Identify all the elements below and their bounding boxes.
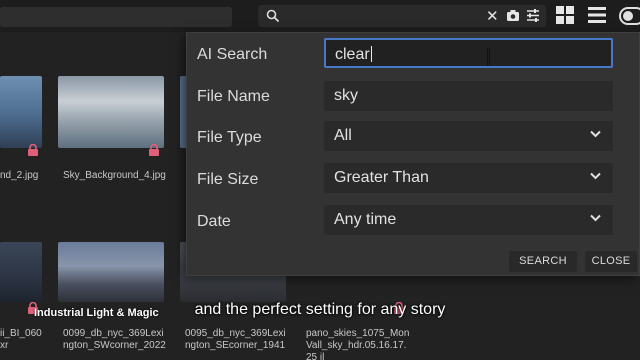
- search-bar[interactable]: ✕: [258, 5, 546, 27]
- file-name-value: sky: [334, 87, 358, 104]
- ai-search-value: clear: [335, 46, 370, 63]
- date-select[interactable]: Any time: [324, 205, 613, 235]
- thumbnail[interactable]: [0, 242, 42, 302]
- caption-line: 0095_db_nyc_369Lexi: [185, 328, 286, 339]
- chevron-down-icon: [590, 130, 601, 138]
- thumbnail[interactable]: [0, 76, 42, 148]
- caption-line: 25 jl: [306, 352, 325, 360]
- file-size-label: File Size: [197, 171, 259, 188]
- top-bar: ✕: [0, 0, 640, 32]
- path-bar[interactable]: [0, 7, 232, 27]
- caption-line: Vall_sky_hdr.05.16.17.: [306, 340, 407, 351]
- thumbnail-caption: Sky_Background_4.jpg: [63, 170, 166, 181]
- thumbnail[interactable]: [58, 76, 164, 148]
- thumbnail-caption: pano_skies_1075_Mon Vall_sky_hdr.05.16.1…: [306, 328, 409, 360]
- search-button[interactable]: SEARCH: [509, 251, 577, 272]
- date-value: Any time: [334, 211, 397, 228]
- caption-line: xr: [0, 340, 9, 351]
- chevron-down-icon: [590, 172, 601, 180]
- caption-line: ngton_SEcorner_1941: [185, 340, 286, 351]
- lock-icon: [28, 144, 38, 156]
- caption-line: pano_skies_1075_Mon: [306, 328, 410, 339]
- search-icon: [266, 9, 280, 23]
- close-button[interactable]: CLOSE: [585, 251, 637, 272]
- file-type-value: All: [334, 127, 352, 144]
- file-size-value: Greater Than: [334, 169, 429, 186]
- video-subtitle: and the perfect setting for any story: [194, 301, 446, 318]
- ai-search-label: AI Search: [197, 46, 268, 63]
- caption-line: ii_BI_060: [0, 328, 42, 339]
- date-label: Date: [197, 213, 231, 230]
- chevron-down-icon: [590, 214, 601, 222]
- file-name-input[interactable]: sky: [324, 81, 613, 111]
- thumbnail-caption: 0095_db_nyc_369Lexi ngton_SEcorner_1941: [185, 328, 286, 352]
- caption-line: ngton_SWcorner_2022: [63, 340, 166, 351]
- ai-search-input[interactable]: clear: [324, 38, 613, 68]
- menu-icon[interactable]: [588, 7, 606, 23]
- grid-view-icon[interactable]: [556, 6, 574, 24]
- file-type-label: File Type: [197, 129, 262, 146]
- file-name-label: File Name: [197, 88, 270, 105]
- camera-icon[interactable]: [506, 9, 520, 22]
- lock-icon: [149, 144, 159, 156]
- caption-line: 0099_db_nyc_369Lexi: [63, 328, 164, 339]
- thumbnail-caption: 0099_db_nyc_369Lexi ngton_SWcorner_2022: [63, 328, 166, 352]
- clear-search-icon[interactable]: ✕: [486, 7, 499, 25]
- advanced-search-dialog: AI Search clear File Name sky File Type …: [186, 32, 640, 276]
- filter-settings-icon[interactable]: [526, 9, 540, 22]
- thumbnail[interactable]: [58, 242, 164, 302]
- file-type-select[interactable]: All: [324, 121, 613, 151]
- file-size-select[interactable]: Greater Than: [324, 163, 613, 193]
- toggle-icon[interactable]: [619, 7, 640, 25]
- thumbnail-caption: nd_2.jpg: [0, 170, 39, 181]
- thumbnail-caption: ii_BI_060 xr: [0, 328, 42, 352]
- text-cursor-icon: [487, 48, 490, 66]
- text-caret: [370, 46, 372, 62]
